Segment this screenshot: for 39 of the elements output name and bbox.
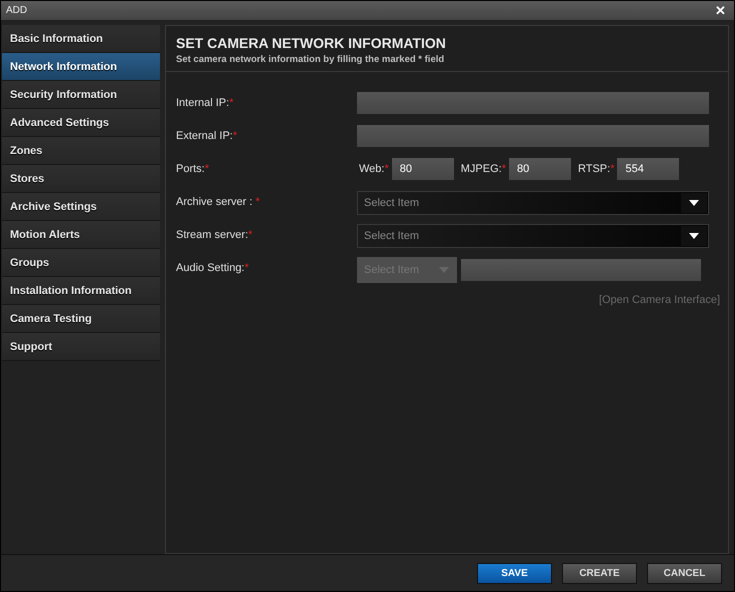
sidebar-item[interactable]: Camera Testing [2,305,160,333]
caret-icon [689,200,699,206]
text-input[interactable] [357,92,709,114]
port-label: Web:* [359,163,389,175]
text-input[interactable] [461,259,701,281]
sidebar-item[interactable]: Support [2,333,160,361]
field-label: Ports:* [176,162,210,175]
sidebar-item[interactable]: Network Information [2,53,160,81]
port-input[interactable]: 554 [617,158,680,180]
window-title: ADD [6,5,28,16]
sidebar-item[interactable]: Groups [2,249,160,277]
sidebar-item[interactable]: Zones [2,137,160,165]
select-dropdown[interactable]: Select Item [357,191,709,215]
field-label: Stream server:* [176,228,254,241]
caret-icon [689,233,699,239]
sidebar-item[interactable]: Installation Information [2,277,160,305]
caret-icon [439,267,449,273]
section-title: SET CAMERA NETWORK INFORMATION [176,35,447,51]
dialog-button[interactable]: SAVE [477,562,552,584]
text-input[interactable] [357,125,709,147]
field-label: Internal IP:* [176,96,234,109]
port-label: RTSP:* [578,163,614,175]
field-label: Audio Setting:* [176,261,250,274]
sidebar-item[interactable]: Stores [2,165,160,193]
field-label: External IP:* [176,129,238,142]
port-input[interactable]: 80 [509,158,571,180]
sidebar-item[interactable]: Motion Alerts [2,221,160,249]
close-button[interactable]: ✕ [715,3,726,18]
section-subtitle: Set camera network information by filling the marked * field [176,54,446,65]
field-label: Archive server : * [176,195,261,208]
port-label: MJPEG:* [460,163,506,175]
sidebar-item[interactable]: Basic Information [2,25,160,53]
sidebar-item[interactable]: Archive Settings [2,193,160,221]
sidebar-item[interactable]: Security Information [2,81,160,109]
select-dropdown[interactable]: Select Item [357,224,709,248]
dialog-button[interactable]: CANCEL [647,562,722,584]
dialog-button[interactable]: CREATE [562,562,637,584]
sidebar-item[interactable]: Advanced Settings [2,109,160,137]
port-input[interactable]: 80 [392,158,454,180]
